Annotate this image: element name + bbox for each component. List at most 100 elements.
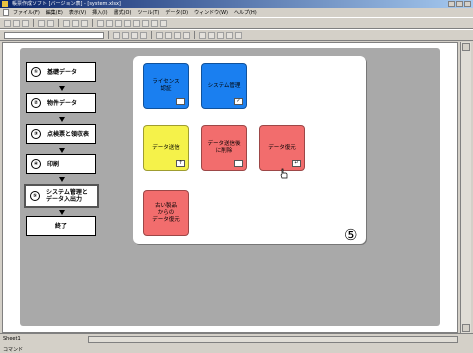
currency-icon[interactable] [199,31,206,39]
sum-icon[interactable] [124,19,131,27]
app-icon [2,1,8,7]
merge-icon[interactable] [183,31,190,39]
help-icon[interactable] [160,19,167,27]
scroll-up-icon[interactable] [462,43,470,51]
license-auth-button[interactable]: ライセンス 認証 [143,63,189,109]
tile-label: 古い製品 からの データ復元 [152,202,180,223]
data-restore-button[interactable]: データ復元 ↵ [259,125,305,171]
system-management-button[interactable]: システム管理 ✓ [201,63,247,109]
tile-label: データ復元 [268,144,296,151]
toolbar-separator [194,31,195,39]
title-bar: 帳票作成ソフト [バージョン表] - [system.xlsx] [0,0,473,8]
nav-number: ① [31,67,41,77]
border-icon[interactable] [217,31,224,39]
sheet-tab[interactable]: Sheet1 [3,336,21,342]
align-left-icon[interactable] [156,31,163,39]
name-box[interactable] [4,31,104,39]
menu-window[interactable]: ウィンドウ(W) [194,9,228,16]
document-icon [234,160,243,167]
nav-system-management[interactable]: ⑤ システム管理と データ入出力 [24,184,99,208]
data-send-button[interactable]: データ送信 ↑ [143,125,189,171]
app-window: 帳票作成ソフト [バージョン表] - [system.xlsx] ファイル(F)… [0,0,473,353]
new-icon[interactable] [4,19,11,27]
nav-label: システム管理と データ入出力 [46,189,88,203]
nav-number: ④ [31,159,41,169]
nav-label: 物件データ [47,99,78,107]
toolbar-separator [151,31,152,39]
menu-file[interactable]: ファイル(F) [13,9,40,16]
upload-icon: ↑ [176,160,185,167]
paste-icon[interactable] [81,19,88,27]
menu-edit[interactable]: 編集(E) [46,9,63,16]
toolbar-separator [58,19,59,27]
tile-label: ライセンス 認証 [152,79,180,92]
nav-label: 基礎データ [47,68,78,76]
down-arrow-icon [59,210,65,215]
status-text: コマンド [3,347,24,353]
underline-icon[interactable] [140,31,147,39]
print-icon[interactable] [38,19,45,27]
nav-number: ⑤ [30,191,40,201]
preview-icon[interactable] [47,19,54,27]
document-icon [3,9,9,16]
align-center-icon[interactable] [165,31,172,39]
nav-label: 点検票と領収表 [47,130,90,138]
nav-exit[interactable]: 終了 [26,216,96,236]
link-icon[interactable] [115,19,122,27]
menu-bar: ファイル(F) 編集(E) 表示(V) 挿入(I) 書式(O) ツール(T) デ… [0,8,473,17]
nav-number: ② [31,98,41,108]
zoom-icon[interactable] [151,19,158,27]
toolbar-separator [108,31,109,39]
maximize-icon[interactable] [456,1,463,7]
minimize-icon[interactable] [448,1,455,7]
menu-view[interactable]: 表示(V) [69,9,86,16]
scroll-down-icon[interactable] [462,324,470,332]
hand-cursor-icon [280,168,288,179]
window-controls [448,1,471,7]
close-icon[interactable] [464,1,471,7]
sort-icon[interactable] [133,19,140,27]
cut-icon[interactable] [63,19,70,27]
redo-icon[interactable] [106,19,113,27]
font-size-icon[interactable] [113,31,120,39]
tile-label: データ送信後 に削除 [207,141,241,154]
align-right-icon[interactable] [174,31,181,39]
nav-inspection-receipt[interactable]: ③ 点検票と領収表 [26,124,96,144]
nav-property-data[interactable]: ② 物件データ [26,93,96,113]
tile-label: システム管理 [207,82,241,89]
toolbar-separator [33,19,34,27]
vertical-scrollbar[interactable] [460,42,471,333]
data-send-delete-button[interactable]: データ送信後 に削除 [201,125,247,171]
toolbar-separator [92,19,93,27]
format-toolbar [0,29,473,41]
nav-label: 印刷 [47,160,60,168]
tile-label: データ送信 [152,144,180,151]
key-icon [176,98,185,105]
bold-icon[interactable] [122,31,129,39]
horizontal-scrollbar[interactable] [88,336,458,343]
menu-insert[interactable]: 挿入(I) [92,9,107,16]
fill-color-icon[interactable] [226,31,233,39]
menu-data[interactable]: データ(D) [165,9,188,16]
copy-icon[interactable] [72,19,79,27]
menu-tools[interactable]: ツール(T) [137,9,159,16]
italic-icon[interactable] [131,31,138,39]
down-arrow-icon [59,117,65,122]
old-data-restore-button[interactable]: 古い製品 からの データ復元 [143,190,189,236]
nav-print[interactable]: ④ 印刷 [26,154,96,174]
open-icon[interactable] [13,19,20,27]
undo-icon[interactable] [97,19,104,27]
chart-icon[interactable] [142,19,149,27]
menu-help[interactable]: ヘルプ(H) [234,9,257,16]
standard-toolbar [0,17,473,29]
nav-basic-data[interactable]: ① 基礎データ [26,62,96,82]
font-color-icon[interactable] [235,31,242,39]
checkbox-icon: ✓ [234,98,243,105]
step-number: ⑤ [344,226,358,244]
restore-icon: ↵ [292,160,301,167]
nav-number: ③ [31,129,41,139]
percent-icon[interactable] [208,31,215,39]
save-icon[interactable] [22,19,29,27]
menu-format[interactable]: 書式(O) [114,9,132,16]
nav-label: 終了 [54,222,67,230]
